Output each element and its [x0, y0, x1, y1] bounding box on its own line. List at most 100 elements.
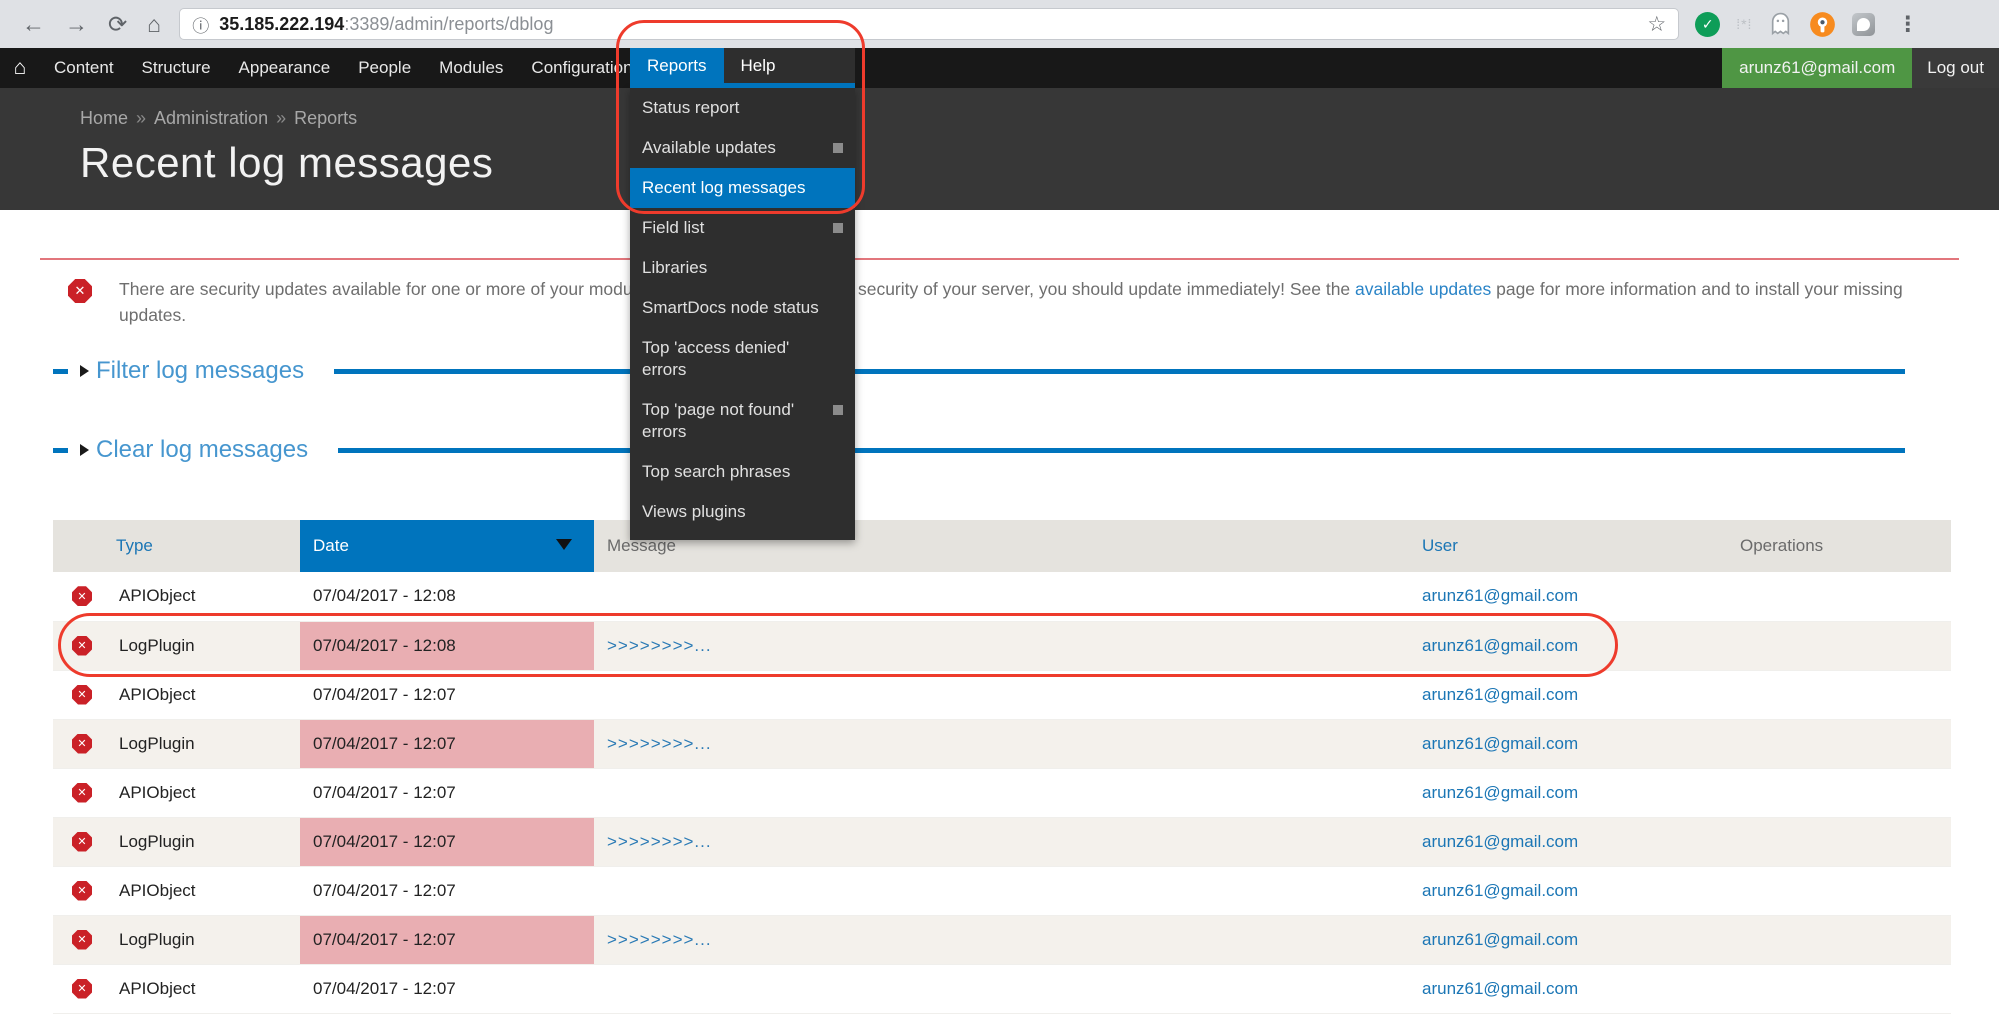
- user-link[interactable]: arunz61@gmail.com: [1422, 930, 1578, 949]
- filter-log-messages-toggle[interactable]: Filter log messages: [96, 357, 304, 385]
- extensions-area: ✓ ⁞*⁞ ⋮: [1695, 11, 1918, 38]
- menu-item-status-report[interactable]: Status report: [630, 88, 855, 128]
- error-severity-icon: ✕: [72, 734, 92, 754]
- user-link[interactable]: arunz61@gmail.com: [1422, 881, 1578, 900]
- update-indicator-icon: [833, 223, 843, 233]
- log-user-cell: arunz61@gmail.com: [1410, 621, 1700, 670]
- extension-openvpn-icon[interactable]: [1809, 11, 1836, 38]
- available-updates-link[interactable]: available updates: [1355, 279, 1491, 299]
- extension-ghost-icon[interactable]: [1768, 11, 1793, 37]
- log-type-cell: ✕LogPlugin: [53, 719, 300, 768]
- forward-icon[interactable]: →: [65, 13, 88, 36]
- menu-dots-icon[interactable]: ⋮: [1897, 12, 1918, 37]
- table-row: ✕LogPlugin07/04/2017 - 12:07>>>>>>>>...a…: [53, 817, 1951, 866]
- breadcrumb-administration[interactable]: Administration: [154, 108, 268, 128]
- log-message-cell: [594, 670, 1410, 719]
- log-user-cell: arunz61@gmail.com: [1410, 670, 1700, 719]
- breadcrumb-reports[interactable]: Reports: [294, 108, 357, 128]
- log-message-link[interactable]: >>>>>>>>...: [607, 734, 712, 753]
- bookmark-star-icon[interactable]: ☆: [1647, 12, 1666, 37]
- log-message-link[interactable]: >>>>>>>>...: [607, 930, 712, 949]
- user-link[interactable]: arunz61@gmail.com: [1422, 783, 1578, 802]
- clear-log-messages-toggle[interactable]: Clear log messages: [96, 436, 308, 464]
- log-operations-cell: [1700, 915, 1951, 964]
- extension-check-icon[interactable]: ✓: [1695, 12, 1720, 37]
- log-message-link[interactable]: >>>>>>>>...: [607, 832, 712, 851]
- user-link[interactable]: arunz61@gmail.com: [1422, 979, 1578, 998]
- log-type-inner: ✕APIObject: [72, 881, 300, 901]
- log-type-label: LogPlugin: [119, 832, 195, 852]
- table-row: ✕LogPlugin07/04/2017 - 12:07>>>>>>>>...a…: [53, 719, 1951, 768]
- toolbar-item-people[interactable]: People: [344, 48, 425, 88]
- toolbar-item-modules[interactable]: Modules: [425, 48, 517, 88]
- log-type-inner: ✕APIObject: [72, 783, 300, 803]
- user-link[interactable]: arunz61@gmail.com: [1422, 734, 1578, 753]
- toolbar-item-configuration[interactable]: Configuration: [517, 48, 646, 88]
- log-user-cell: arunz61@gmail.com: [1410, 866, 1700, 915]
- breadcrumb-home[interactable]: Home: [80, 108, 128, 128]
- page-title: Recent log messages: [80, 139, 1999, 187]
- error-severity-icon: ✕: [72, 930, 92, 950]
- toolbar-item-structure[interactable]: Structure: [128, 48, 225, 88]
- error-severity-icon: ✕: [72, 881, 92, 901]
- menu-item-libraries[interactable]: Libraries: [630, 248, 855, 288]
- menu-item-top-page-not-found-errors[interactable]: Top 'page not found' errors: [630, 390, 855, 452]
- breadcrumb-separator: »: [276, 108, 286, 128]
- log-type-inner: ✕LogPlugin: [72, 636, 300, 656]
- log-user-cell: arunz61@gmail.com: [1410, 817, 1700, 866]
- log-message-cell: [594, 572, 1410, 621]
- error-message-text: There are security updates available for…: [119, 276, 1909, 328]
- error-severity-icon: ✕: [72, 832, 92, 852]
- logout-button[interactable]: Log out: [1912, 48, 1999, 88]
- tab-reports[interactable]: Reports: [630, 48, 724, 83]
- tab-help[interactable]: Help: [724, 48, 793, 83]
- extension-grey-icon[interactable]: [1852, 13, 1875, 36]
- log-date-cell: 07/04/2017 - 12:07: [300, 964, 594, 1013]
- menu-item-views-plugins[interactable]: Views plugins: [630, 492, 855, 532]
- home-icon[interactable]: ⌂: [147, 13, 161, 36]
- log-type-label: APIObject: [119, 979, 196, 999]
- menu-item-top-search-phrases[interactable]: Top search phrases: [630, 452, 855, 492]
- table-row: ✕APIObject07/04/2017 - 12:07arunz61@gmai…: [53, 964, 1951, 1013]
- log-type-label: LogPlugin: [119, 930, 195, 950]
- menu-item-smartdocs-node-status[interactable]: SmartDocs node status: [630, 288, 855, 328]
- info-icon[interactable]: ⓘ: [192, 12, 209, 37]
- user-link[interactable]: arunz61@gmail.com: [1422, 636, 1578, 655]
- address-bar[interactable]: ⓘ 35.185.222.194:3389/admin/reports/dblo…: [179, 8, 1679, 40]
- update-indicator-icon: [833, 143, 843, 153]
- toolbar-item-content[interactable]: Content: [40, 48, 128, 88]
- log-type-cell: ✕ LogPlugin: [53, 915, 300, 964]
- menu-item-top-access-denied-errors[interactable]: Top 'access denied' errors: [630, 328, 855, 390]
- breadcrumb: Home»Administration»Reports: [80, 108, 1999, 129]
- user-link[interactable]: arunz61@gmail.com: [1422, 832, 1578, 851]
- table-row: ✕LogPlugin07/04/2017 - 12:08 >>>>>>>>... a…: [53, 621, 1951, 670]
- log-user-cell: arunz61@gmail.com: [1410, 719, 1700, 768]
- log-type-cell: ✕ LogPlugin: [53, 817, 300, 866]
- column-header-date[interactable]: Date: [300, 520, 594, 572]
- user-link[interactable]: arunz61@gmail.com: [1422, 586, 1578, 605]
- column-header-type[interactable]: Type: [53, 520, 300, 572]
- user-link[interactable]: arunz61@gmail.com: [1422, 685, 1578, 704]
- reload-icon[interactable]: ⟳: [108, 13, 127, 36]
- log-type-inner: ✕APIObject: [72, 685, 300, 705]
- log-message-cell: [594, 768, 1410, 817]
- menu-item-recent-log-messages[interactable]: Recent log messages: [630, 168, 855, 208]
- log-date-cell: 07/04/2017 - 12:08: [300, 572, 594, 621]
- menu-item-field-list[interactable]: Field list: [630, 208, 855, 248]
- log-type-cell: ✕APIObject: [53, 768, 300, 817]
- column-header-label: Operations: [1740, 536, 1823, 555]
- reports-dropdown-menu: Status reportAvailable updatesRecent log…: [630, 88, 855, 540]
- menu-item-available-updates[interactable]: Available updates: [630, 128, 855, 168]
- back-icon[interactable]: ←: [22, 13, 45, 36]
- drupal-home-icon[interactable]: ⌂: [0, 48, 40, 88]
- column-header-label: Type: [116, 536, 153, 555]
- column-header-user[interactable]: User: [1410, 520, 1700, 572]
- log-type-label: LogPlugin: [119, 636, 195, 656]
- fieldset-dash: [53, 369, 68, 374]
- extension-disabled-icon[interactable]: ⁞*⁞: [1736, 16, 1752, 32]
- toolbar-item-appearance[interactable]: Appearance: [225, 48, 345, 88]
- account-badge[interactable]: arunz61@gmail.com: [1722, 48, 1912, 88]
- log-operations-cell: [1700, 964, 1951, 1013]
- log-message-link[interactable]: >>>>>>>>...: [607, 636, 712, 655]
- log-date-cell: 07/04/2017 - 12:08: [300, 621, 594, 670]
